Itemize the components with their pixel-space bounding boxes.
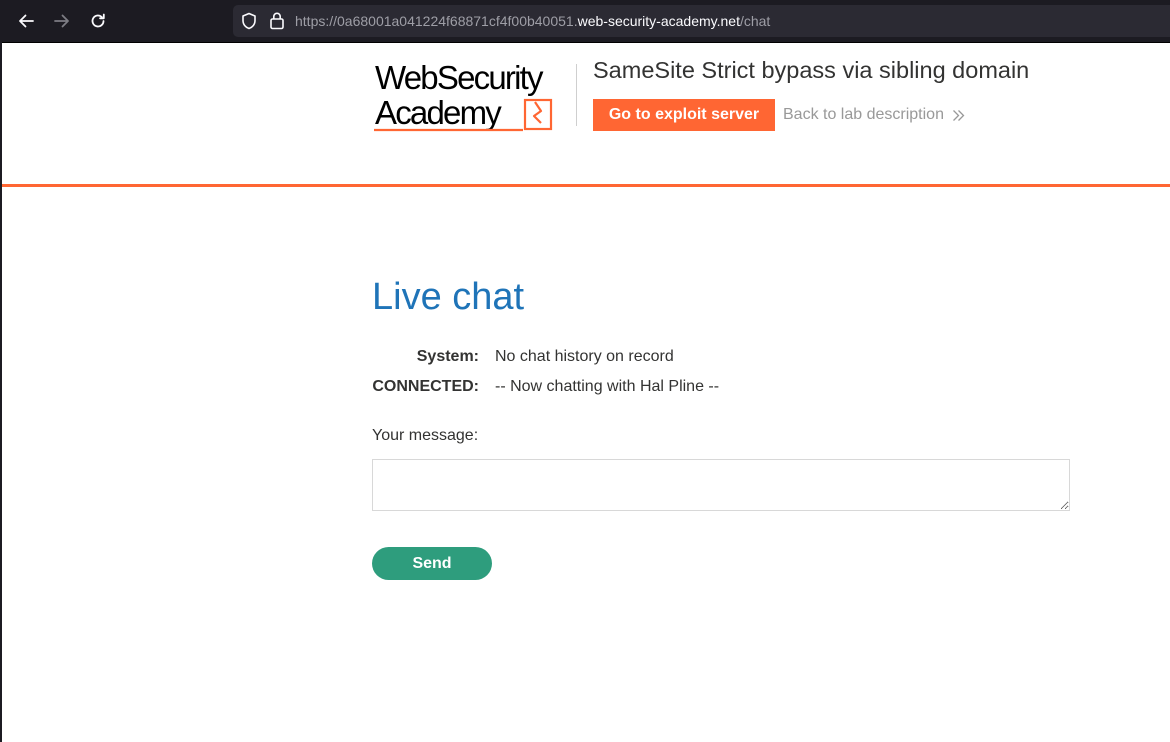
- logo-line-1: WebSecurity: [375, 60, 544, 96]
- web-security-academy-logo[interactable]: WebSecurity Academy: [372, 59, 577, 136]
- header-divider: [2, 184, 1170, 187]
- chat-message: -- Now chatting with Hal Pline --: [495, 378, 720, 395]
- lock-icon[interactable]: [269, 11, 285, 35]
- window-edge: [0, 42, 2, 742]
- chat-sender: CONNECTED:: [372, 378, 479, 395]
- url-path: /chat: [739, 13, 771, 29]
- chat-message: No chat history on record: [495, 348, 674, 365]
- send-button[interactable]: Send: [372, 547, 492, 580]
- message-label: Your message:: [372, 427, 479, 444]
- browser-toolbar: https://0a68001a041224f68871cf4f00b40051…: [0, 0, 1170, 43]
- go-to-exploit-server-button[interactable]: Go to exploit server: [593, 99, 775, 131]
- address-bar[interactable]: https://0a68001a041224f68871cf4f00b40051…: [233, 5, 1170, 37]
- back-link-label: Back to lab description: [783, 106, 944, 123]
- chat-sender: System:: [416, 348, 479, 365]
- reload-icon[interactable]: [87, 10, 109, 32]
- back-arrow-icon[interactable]: [15, 10, 37, 32]
- url-prefix: https://0a68001a041224f68871cf4f00b40051…: [295, 13, 578, 29]
- logo-divider: [576, 64, 577, 126]
- message-input[interactable]: [372, 459, 1070, 511]
- lab-title: SameSite Strict bypass via sibling domai…: [593, 57, 1030, 83]
- double-chevron-right-icon: [952, 109, 965, 122]
- shield-icon[interactable]: [241, 12, 257, 35]
- url-text[interactable]: https://0a68001a041224f68871cf4f00b40051…: [295, 13, 770, 29]
- back-to-lab-description-link[interactable]: Back to lab description: [783, 106, 965, 124]
- url-host: web-security-academy.net: [577, 13, 740, 29]
- logo-line-2: Academy: [375, 94, 502, 131]
- page-title: Live chat: [372, 276, 525, 318]
- forward-arrow-icon[interactable]: [51, 10, 73, 32]
